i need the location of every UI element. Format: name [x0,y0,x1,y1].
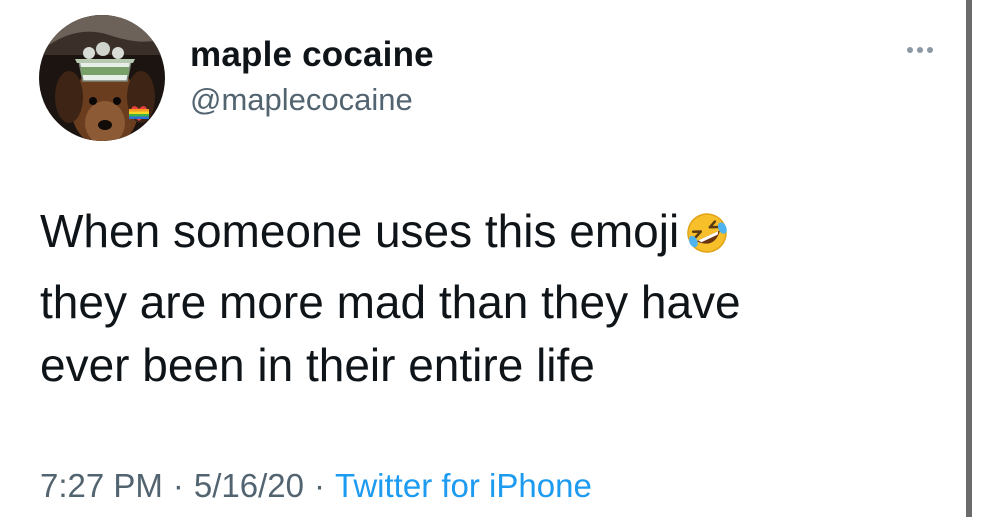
tweet-line-text: When someone uses this emoji [40,205,680,257]
display-name[interactable]: maple cocaine [190,35,434,75]
dog-avatar-photo [39,15,165,141]
scrollbar[interactable] [966,0,982,517]
tweet-source-link[interactable]: Twitter for iPhone [335,467,592,504]
tweet-line: When someone uses this emoji [40,200,870,271]
avatar[interactable] [39,15,165,141]
ellipsis-icon [905,47,935,53]
tweet-meta: 7:27 PM · 5/16/20 · Twitter for iPhone [40,467,592,505]
tweet-time[interactable]: 7:27 PM [40,467,163,504]
tweet-line: they are more mad than they have [40,276,741,328]
meta-separator: · [314,467,326,504]
tweet-date[interactable]: 5/16/20 [194,467,304,504]
more-options-button[interactable] [898,38,942,62]
tweet-card: maple cocaine @maplecocaine When someone… [0,0,982,517]
user-handle[interactable]: @maplecocaine [190,82,413,118]
tweet-text: When someone uses this emoji they are mo… [40,200,870,397]
meta-separator: · [172,467,184,504]
rolling-on-floor-laughing-emoji-icon [685,208,729,271]
tweet-line: ever been in their entire life [40,339,595,391]
